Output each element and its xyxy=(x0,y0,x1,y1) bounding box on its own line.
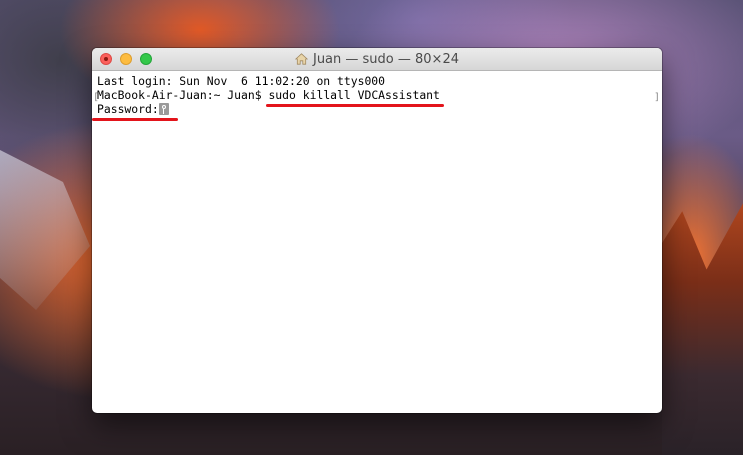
last-login-line: Last login: Sun Nov 6 11:02:20 on ttys00… xyxy=(97,74,386,88)
password-line[interactable]: Password: xyxy=(92,102,657,121)
terminal-window[interactable]: Juan — sudo — 80×24 Last login: Sun Nov … xyxy=(92,48,662,413)
command-text: sudo killall VDCAssistant xyxy=(266,88,444,107)
line-marker-right: ] xyxy=(653,92,660,103)
title-bar[interactable]: Juan — sudo — 80×24 xyxy=(92,48,662,71)
password-prompt: Password: xyxy=(97,102,159,116)
window-title: Juan — sudo — 80×24 xyxy=(312,51,459,67)
home-icon xyxy=(294,53,308,65)
key-cursor-icon xyxy=(158,103,169,115)
wallpaper-peak xyxy=(662,203,743,455)
command-value: sudo killall VDCAssistant xyxy=(268,88,440,102)
shell-prompt: MacBook-Air-Juan:~ Juan$ xyxy=(97,88,269,102)
window-title-group: Juan — sudo — 80×24 xyxy=(92,48,662,70)
command-line: MacBook-Air-Juan:~ Juan$ sudo killall VD… xyxy=(97,88,657,107)
wallpaper-snow xyxy=(0,150,90,310)
terminal-content[interactable]: Last login: Sun Nov 6 11:02:20 on ttys00… xyxy=(92,71,662,121)
password-annotation-underline xyxy=(92,118,178,121)
line-marker-left: [ xyxy=(93,92,100,103)
